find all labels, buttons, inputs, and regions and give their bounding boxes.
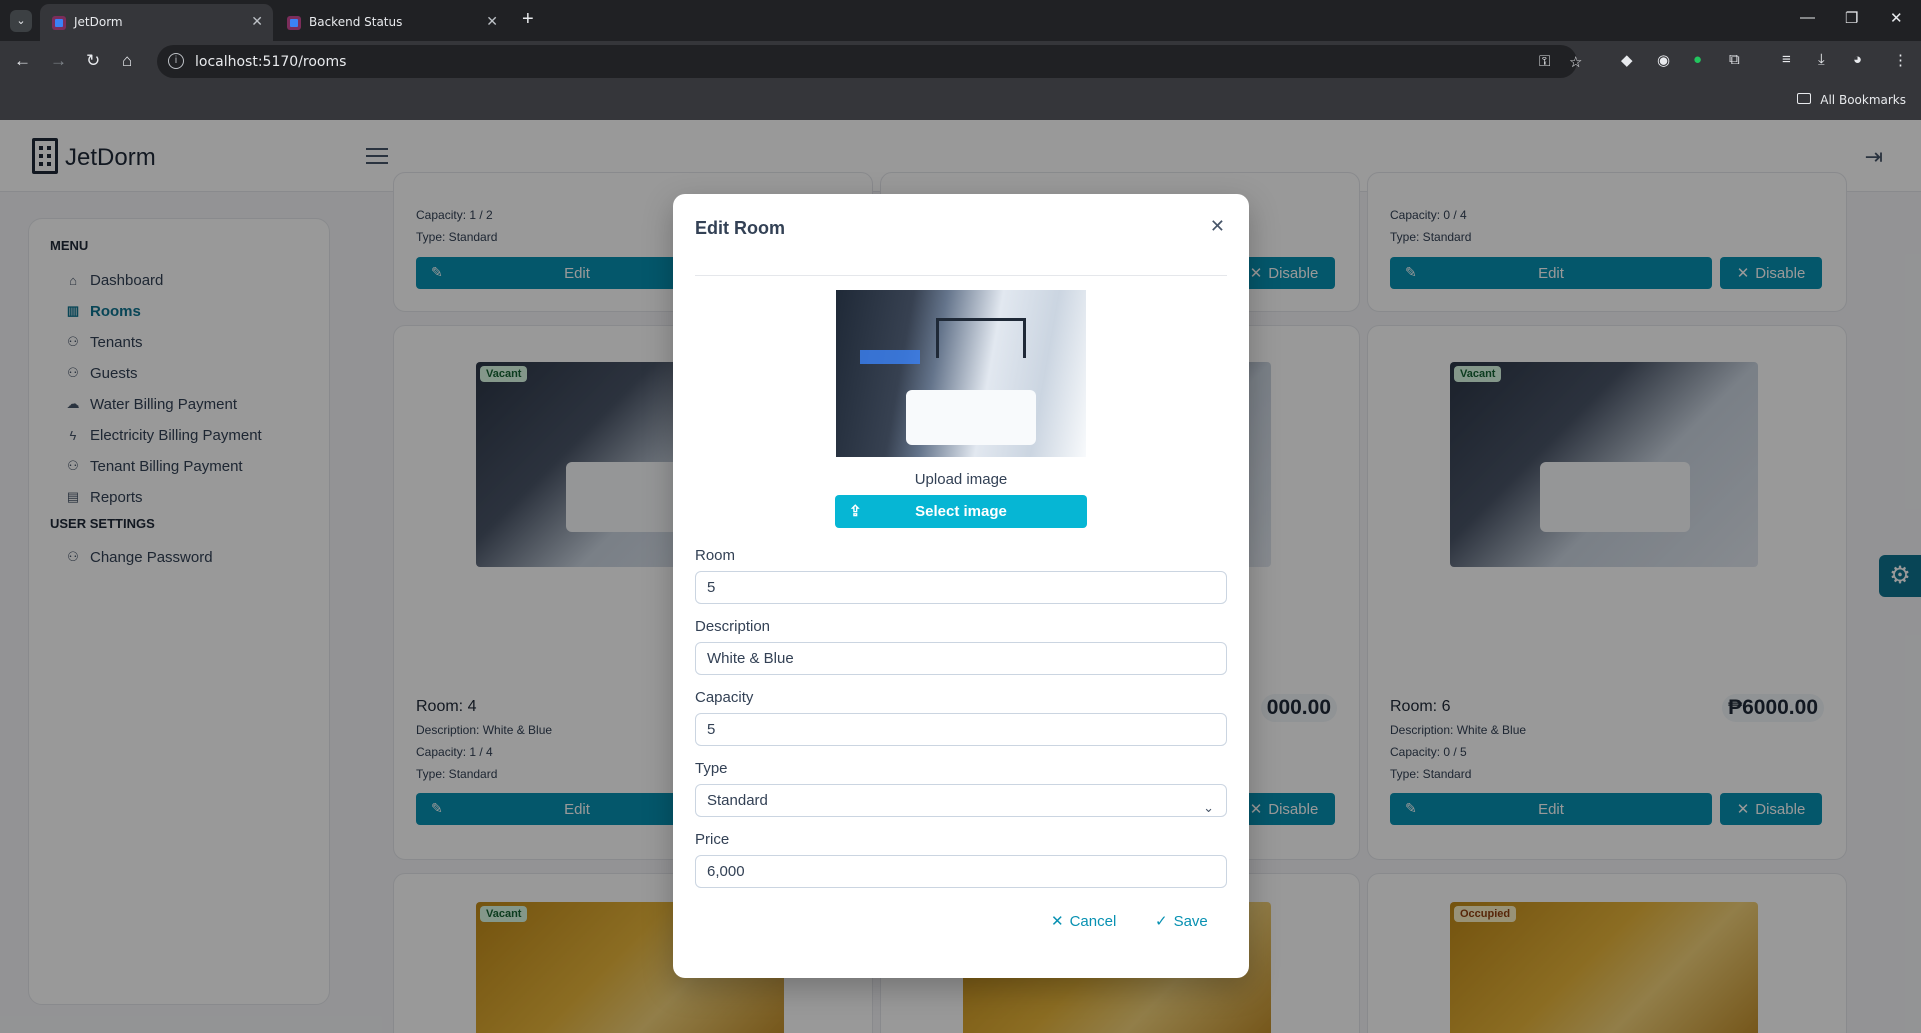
room-label: Room: [695, 547, 736, 564]
modal-title: Edit Room: [695, 218, 785, 238]
restore-icon[interactable]: ❐: [1845, 9, 1858, 27]
close-icon[interactable]: ✕: [251, 13, 263, 30]
select-image-button[interactable]: ⇪ Select image: [835, 495, 1087, 528]
reload-icon[interactable]: ↻: [86, 51, 100, 71]
tab-jetdorm[interactable]: JetDorm ✕: [40, 4, 273, 41]
browser-toolbar: ← → ↻ ⌂ i localhost:5170/rooms ⚿ ☆ ◆ ◉ ●…: [0, 41, 1921, 82]
home-icon[interactable]: ⌂: [122, 51, 132, 71]
profile-avatar-icon[interactable]: ◕: [1853, 51, 1862, 68]
price-label: Price: [695, 831, 730, 848]
back-arrow-icon[interactable]: ←: [14, 51, 31, 71]
tab-search-chevron-icon[interactable]: ⌄: [10, 10, 32, 32]
price-input[interactable]: 6,000: [695, 855, 1227, 888]
address-bar[interactable]: i localhost:5170/rooms ⚿ ☆: [157, 45, 1582, 78]
select-image-label: Select image: [915, 503, 1007, 520]
capacity-label: Capacity: [695, 689, 754, 706]
divider: [695, 275, 1227, 276]
edit-room-modal: Edit Room ✕ Upload image ⇪ Select image …: [673, 194, 1249, 978]
x-icon: ✕: [1051, 913, 1064, 930]
bookmark-star-icon[interactable]: ☆: [1569, 53, 1582, 71]
type-label: Type: [695, 760, 728, 777]
jetdorm-favicon-icon: [52, 16, 66, 30]
cancel-button[interactable]: ✕ Cancel: [1051, 912, 1116, 931]
bookmarks-bar: All Bookmarks: [0, 82, 1921, 120]
camera-extension-icon[interactable]: ◉: [1657, 51, 1670, 69]
app-root: JetDorm ⇥ MENU ⌂ Dashboard ▥ Rooms ⚇ Ten…: [0, 120, 1921, 1033]
upload-image-label: Upload image: [914, 471, 1008, 488]
forward-arrow-icon[interactable]: →: [50, 51, 67, 71]
description-input[interactable]: White & Blue: [695, 642, 1227, 675]
room-image-preview: [836, 290, 1086, 457]
type-select[interactable]: Standard ⌄: [695, 784, 1227, 817]
shield-extension-icon[interactable]: ●: [1693, 51, 1702, 68]
color-extension-icon[interactable]: ◆: [1621, 51, 1633, 69]
backend-favicon-icon: [287, 16, 301, 30]
upload-icon: ⇪: [849, 503, 862, 520]
close-icon[interactable]: ✕: [486, 13, 498, 30]
tab-title: JetDorm: [74, 15, 123, 29]
site-info-icon[interactable]: i: [168, 53, 184, 69]
folder-icon: [1797, 93, 1811, 104]
extensions-puzzle-icon[interactable]: ⧉: [1729, 51, 1740, 68]
new-tab-plus-icon[interactable]: +: [522, 8, 534, 31]
capacity-input[interactable]: 5: [695, 713, 1227, 746]
password-key-icon[interactable]: ⚿: [1539, 53, 1550, 70]
tab-title: Backend Status: [309, 15, 403, 29]
description-label: Description: [695, 618, 771, 635]
type-selected-value: Standard: [707, 792, 768, 809]
check-icon: ✓: [1155, 913, 1168, 930]
minimize-icon[interactable]: —: [1800, 9, 1815, 26]
save-button[interactable]: ✓ Save: [1155, 912, 1208, 931]
close-icon[interactable]: ✕: [1210, 216, 1225, 237]
more-menu-icon[interactable]: ⋮: [1893, 51, 1908, 69]
room-input[interactable]: 5: [695, 571, 1227, 604]
download-icon[interactable]: ⤓: [1818, 51, 1825, 68]
all-bookmarks-button[interactable]: All Bookmarks: [1820, 93, 1906, 107]
tab-backend-status[interactable]: Backend Status ✕: [275, 4, 508, 41]
chevron-down-icon: ⌄: [1203, 800, 1214, 815]
window-close-icon[interactable]: ✕: [1890, 9, 1903, 27]
browser-tabbar: ⌄ JetDorm ✕ Backend Status ✕ + — ❐ ✕: [0, 0, 1921, 41]
url-text[interactable]: localhost:5170/rooms: [195, 54, 346, 70]
media-queue-icon[interactable]: ≡: [1782, 51, 1791, 68]
